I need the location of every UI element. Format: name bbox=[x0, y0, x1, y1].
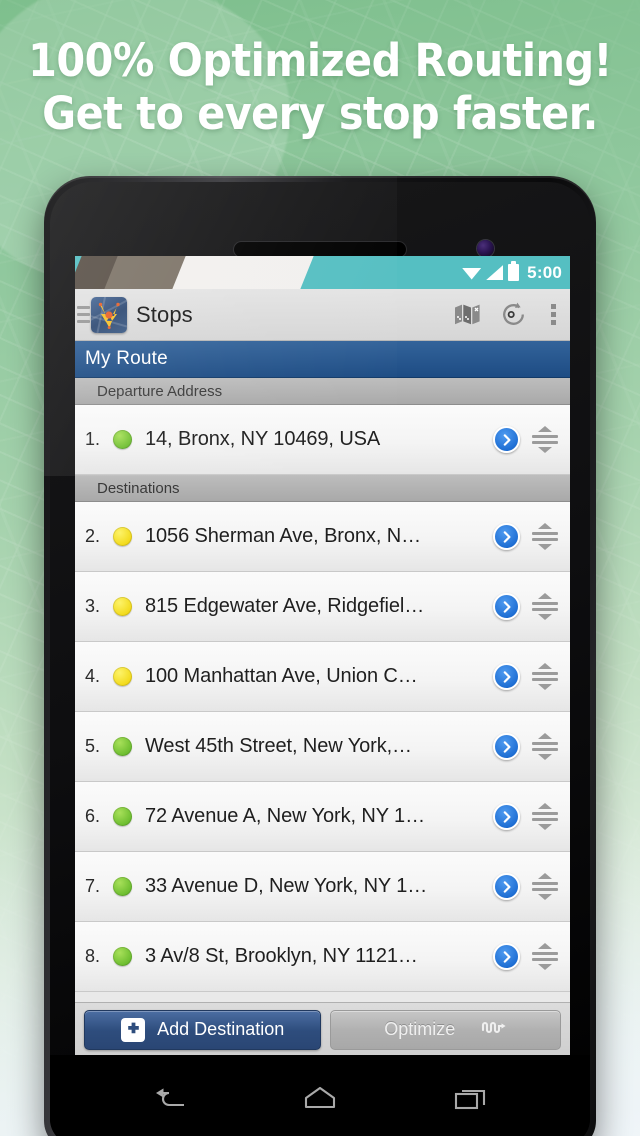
signal-icon bbox=[486, 265, 504, 280]
stop-marker-green-icon bbox=[113, 737, 132, 756]
stop-number: 8. bbox=[85, 946, 101, 966]
stop-address: 33 Avenue D, New York, NY 1… bbox=[145, 875, 428, 897]
stop-marker-green-icon bbox=[113, 430, 132, 449]
plus-badge-icon bbox=[121, 1017, 146, 1042]
reorder-handle-icon[interactable] bbox=[528, 592, 562, 622]
drawer-indicator-icon[interactable] bbox=[77, 306, 90, 323]
bottom-button-bar: Add Destination Optimize bbox=[75, 1002, 570, 1056]
stop-detail-chevron-icon[interactable] bbox=[493, 733, 520, 760]
wifi-icon bbox=[462, 268, 482, 280]
reorder-handle-icon[interactable] bbox=[528, 522, 562, 552]
battery-icon bbox=[508, 261, 520, 281]
status-bar-icons: 5:00 bbox=[462, 256, 562, 289]
stop-detail-chevron-icon[interactable] bbox=[493, 873, 520, 900]
stop-detail-chevron-icon[interactable] bbox=[493, 803, 520, 830]
stop-row[interactable]: 2. 1056 Sherman Ave, Bronx, N… bbox=[75, 502, 570, 572]
stop-address: 14, Bronx, NY 10469, USA bbox=[145, 428, 381, 450]
stop-number: 5. bbox=[85, 736, 101, 756]
map-view-icon[interactable] bbox=[444, 289, 490, 341]
stop-detail-chevron-icon[interactable] bbox=[493, 426, 520, 453]
add-destination-button[interactable]: Add Destination bbox=[84, 1009, 322, 1050]
section-header-destinations: Destinations bbox=[75, 475, 570, 502]
home-icon[interactable] bbox=[303, 1085, 337, 1116]
headline-line-1: 100% Optimized Routing! bbox=[28, 34, 612, 87]
stop-address: 815 Edgewater Ave, Ridgefiel… bbox=[145, 595, 425, 617]
reorder-handle-icon[interactable] bbox=[528, 872, 562, 902]
stop-number: 3. bbox=[85, 596, 101, 616]
earpiece-speaker bbox=[234, 242, 406, 257]
stop-number: 7. bbox=[85, 876, 101, 896]
stop-address: 1056 Sherman Ave, Bronx, N… bbox=[145, 525, 421, 547]
stop-detail-chevron-icon[interactable] bbox=[493, 663, 520, 690]
stop-number: 6. bbox=[85, 806, 101, 826]
stop-marker-green-icon bbox=[113, 877, 132, 896]
stop-row[interactable]: 3. 815 Edgewater Ave, Ridgefiel… bbox=[75, 572, 570, 642]
reorder-handle-icon[interactable] bbox=[528, 662, 562, 692]
stop-address: 100 Manhattan Ave, Union C… bbox=[145, 665, 418, 687]
stop-row[interactable]: 7. 33 Avenue D, New York, NY 1… bbox=[75, 852, 570, 922]
back-icon[interactable] bbox=[153, 1085, 187, 1116]
stop-marker-yellow-icon bbox=[113, 667, 132, 686]
action-bar-actions bbox=[444, 289, 570, 341]
stop-marker-yellow-icon bbox=[113, 527, 132, 546]
stop-marker-green-icon bbox=[113, 947, 132, 966]
stop-row[interactable]: 8. 3 Av/8 St, Brooklyn, NY 1121… bbox=[75, 922, 570, 992]
stop-detail-chevron-icon[interactable] bbox=[493, 523, 520, 550]
reorder-handle-icon[interactable] bbox=[528, 802, 562, 832]
action-bar: Stops bbox=[75, 289, 570, 341]
stop-row[interactable]: 4. 100 Manhattan Ave, Union C… bbox=[75, 642, 570, 712]
stop-row[interactable]: 5. West 45th Street, New York,… bbox=[75, 712, 570, 782]
section-header-departure: Departure Address bbox=[75, 378, 570, 405]
reorder-handle-icon[interactable] bbox=[528, 942, 562, 972]
headline-line-2: Get to every stop faster. bbox=[42, 87, 598, 140]
reorder-handle-icon[interactable] bbox=[528, 425, 562, 455]
stop-detail-chevron-icon[interactable] bbox=[493, 943, 520, 970]
stop-marker-green-icon bbox=[113, 807, 132, 826]
route-header-label: My Route bbox=[85, 348, 168, 369]
stop-row[interactable]: 6. 72 Avenue A, New York, NY 1… bbox=[75, 782, 570, 852]
route-map-icon[interactable] bbox=[91, 296, 127, 333]
page-title: Stops bbox=[136, 301, 193, 327]
stop-address: 3 Av/8 St, Brooklyn, NY 1121… bbox=[145, 945, 418, 967]
loop-route-icon[interactable] bbox=[490, 289, 536, 341]
stop-marker-yellow-icon bbox=[113, 597, 132, 616]
stop-address: 72 Avenue A, New York, NY 1… bbox=[145, 805, 425, 827]
route-header: My Route bbox=[75, 341, 570, 378]
optimize-label: Optimize bbox=[384, 1019, 456, 1039]
section-header-label: Destinations bbox=[97, 479, 180, 497]
stop-row[interactable]: 1. 14, Bronx, NY 10469, USA bbox=[75, 405, 570, 475]
stop-number: 2. bbox=[85, 526, 101, 546]
reorder-handle-icon[interactable] bbox=[528, 732, 562, 762]
status-bar: 5:00 bbox=[75, 256, 570, 289]
stop-number: 1. bbox=[85, 429, 101, 449]
phone-screen: 5:00 Stops My Route Departure Address 1.… bbox=[75, 256, 570, 1056]
recents-icon[interactable] bbox=[453, 1085, 487, 1116]
android-navigation-bar bbox=[50, 1055, 590, 1136]
stop-address: West 45th Street, New York,… bbox=[145, 735, 412, 757]
destinations-list: 2. 1056 Sherman Ave, Bronx, N… 3. 815 Edgew… bbox=[75, 502, 570, 992]
optimize-button[interactable]: Optimize bbox=[330, 1009, 561, 1050]
status-bar-clock: 5:00 bbox=[527, 262, 562, 282]
wallpaper-strip bbox=[75, 256, 314, 289]
add-destination-label: Add Destination bbox=[157, 1019, 285, 1039]
stop-detail-chevron-icon[interactable] bbox=[493, 593, 520, 620]
section-header-label: Departure Address bbox=[97, 382, 223, 400]
overflow-menu-icon[interactable] bbox=[536, 289, 570, 341]
squiggle-route-icon bbox=[481, 1019, 507, 1040]
departure-list: 1. 14, Bronx, NY 10469, USA bbox=[75, 405, 570, 475]
promo-headline: 100% Optimized Routing! Get to every sto… bbox=[26, 34, 615, 140]
stop-number: 4. bbox=[85, 666, 101, 686]
phone-device-frame: 5:00 Stops My Route Departure Address 1.… bbox=[44, 176, 596, 1136]
front-camera bbox=[477, 240, 494, 257]
